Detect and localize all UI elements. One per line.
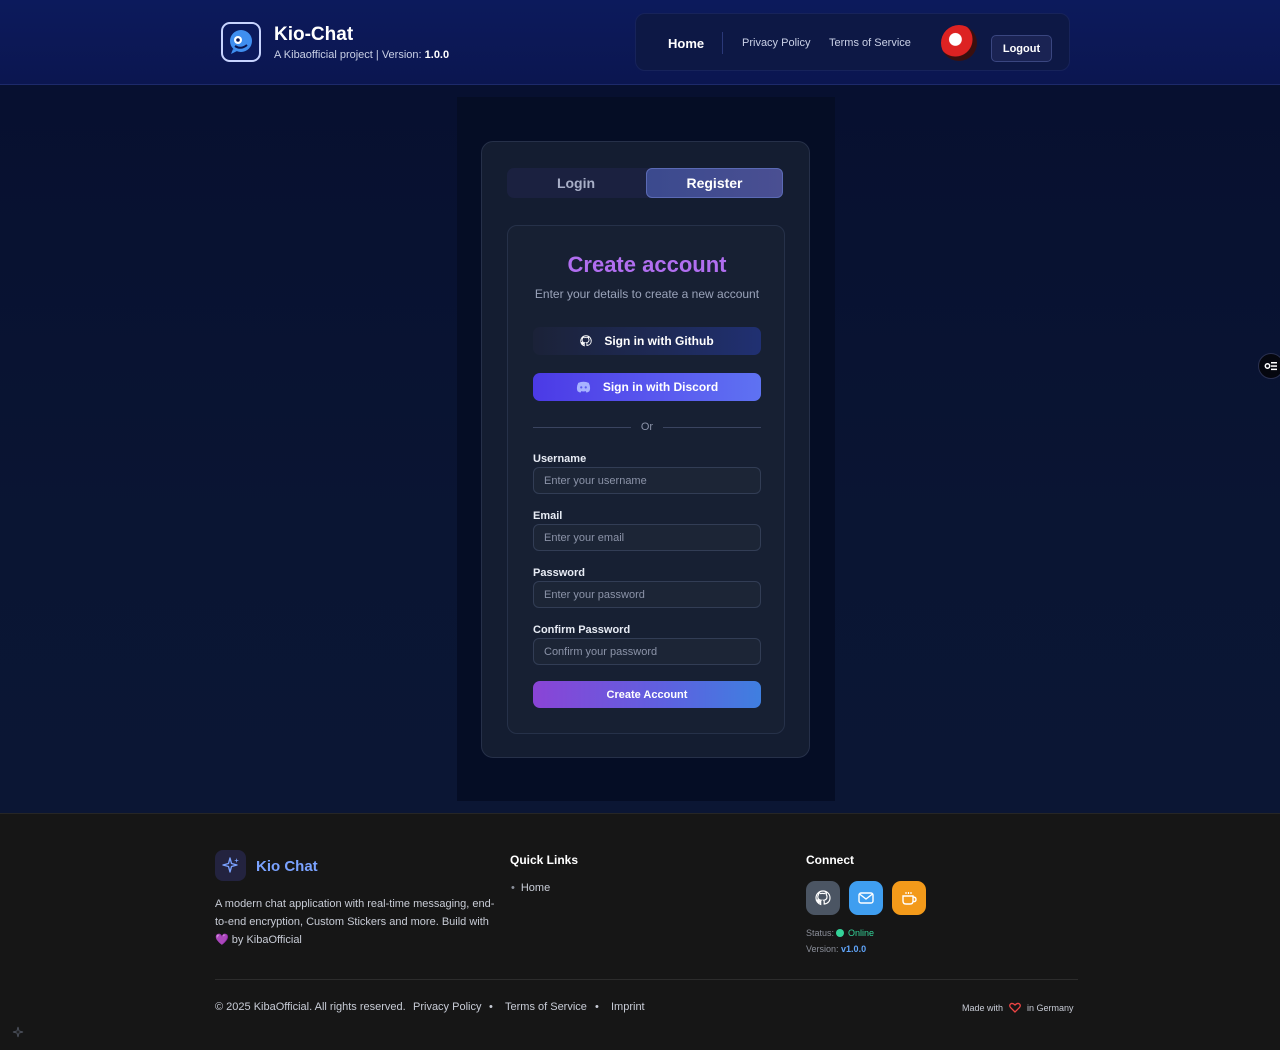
divider-right <box>663 427 761 428</box>
github-social-button[interactable] <box>806 881 840 915</box>
sparkles-icon <box>215 850 246 881</box>
quick-links-heading: Quick Links <box>510 853 579 867</box>
form-subtitle: Enter your details to create a new accou… <box>534 287 760 301</box>
password-label: Password <box>533 567 585 579</box>
made-with-text: Made with in Germany <box>962 1002 1074 1013</box>
github-icon <box>815 890 831 906</box>
nav-home-link[interactable]: Home <box>668 36 704 51</box>
github-button-label: Sign in with Github <box>604 334 714 348</box>
confirm-password-label: Confirm Password <box>533 624 631 636</box>
version-value: v1.0.0 <box>841 944 867 954</box>
status-dot <box>836 929 845 937</box>
heart-icon <box>1009 1002 1021 1013</box>
email-label: Email <box>533 510 563 522</box>
app-subtitle: A Kibaofficial project | Version: 1.0.0 <box>274 49 449 61</box>
footer-description-author: by KibaOfficial <box>231 934 302 946</box>
auth-card: Login Register Create account Enter your… <box>481 141 810 758</box>
brand[interactable]: Kio-Chat A Kibaofficial project | Versio… <box>221 22 449 62</box>
user-avatar[interactable] <box>941 25 977 61</box>
password-input[interactable] <box>533 581 761 608</box>
discord-icon <box>576 381 591 393</box>
nav-terms-link[interactable]: Terms of Service <box>829 37 911 49</box>
footer-terms-link[interactable]: Terms of Service <box>505 1001 587 1013</box>
discord-signin-button[interactable]: Sign in with Discord <box>533 373 761 401</box>
discord-button-label: Sign in with Discord <box>602 380 719 394</box>
mail-icon <box>858 892 874 904</box>
username-input[interactable] <box>533 467 761 494</box>
tab-register[interactable]: Register <box>646 168 783 198</box>
version-line: Version: v1.0.0 <box>806 944 866 954</box>
top-header: Kio-Chat A Kibaofficial project | Versio… <box>0 0 1280 85</box>
github-icon <box>580 335 593 347</box>
status-label: Status: <box>806 928 835 938</box>
app-title: Kio-Chat <box>274 23 354 45</box>
footer-description-text: A modern chat application with real-time… <box>215 898 495 928</box>
logout-button[interactable]: Logout <box>991 35 1052 62</box>
sparkle-corner-icon[interactable] <box>12 1026 25 1044</box>
version-label: Version: <box>806 944 839 954</box>
email-social-button[interactable] <box>849 881 883 915</box>
nav-bar: Home Privacy Policy Terms of Service Log… <box>635 13 1070 71</box>
footer-brand: Kio Chat <box>256 858 318 875</box>
username-label: Username <box>533 453 587 465</box>
register-form: Create account Enter your details to cre… <box>507 225 785 734</box>
nav-privacy-link[interactable]: Privacy Policy <box>742 37 810 49</box>
email-input[interactable] <box>533 524 761 551</box>
footer-bullet: • <box>595 1001 599 1013</box>
github-signin-button[interactable]: Sign in with Github <box>533 327 761 355</box>
tab-login[interactable]: Login <box>507 168 645 198</box>
chat-logo-icon <box>221 22 261 62</box>
purple-heart-icon: 💜 <box>215 934 229 946</box>
footer-home-label: Home <box>520 882 551 894</box>
made-prefix: Made with <box>962 1002 1004 1013</box>
confirm-password-input[interactable] <box>533 638 761 665</box>
create-account-button[interactable]: Create Account <box>533 681 761 708</box>
status-line: Status: Online <box>806 928 874 938</box>
status-value: Online <box>848 928 875 938</box>
version-text: 1.0.0 <box>424 48 450 61</box>
footer-imprint-link[interactable]: Imprint <box>611 1001 645 1013</box>
made-suffix: in Germany <box>1027 1002 1074 1013</box>
nav-divider <box>722 32 723 54</box>
divider-or-text: Or <box>640 421 654 433</box>
footer-home-link[interactable]: • Home <box>511 882 550 894</box>
footer-privacy-link[interactable]: Privacy Policy <box>413 1001 481 1013</box>
bullet-dot: • <box>511 882 515 894</box>
side-widget-icon[interactable] <box>1258 353 1280 379</box>
coffee-icon <box>902 891 917 905</box>
coffee-social-button[interactable] <box>892 881 926 915</box>
footer-bullet: • <box>489 1001 493 1013</box>
connect-heading: Connect <box>806 853 854 867</box>
subtitle-text: A Kibaofficial project | Version: <box>274 48 422 61</box>
divider-left <box>533 427 631 428</box>
footer-divider <box>215 979 1078 980</box>
form-title: Create account <box>567 252 727 277</box>
footer: Kio Chat A modern chat application with … <box>0 813 1280 1050</box>
footer-description: A modern chat application with real-time… <box>215 895 495 949</box>
copyright-text: © 2025 KibaOfficial. All rights reserved… <box>215 1001 406 1013</box>
auth-tabs: Login Register <box>507 168 783 198</box>
